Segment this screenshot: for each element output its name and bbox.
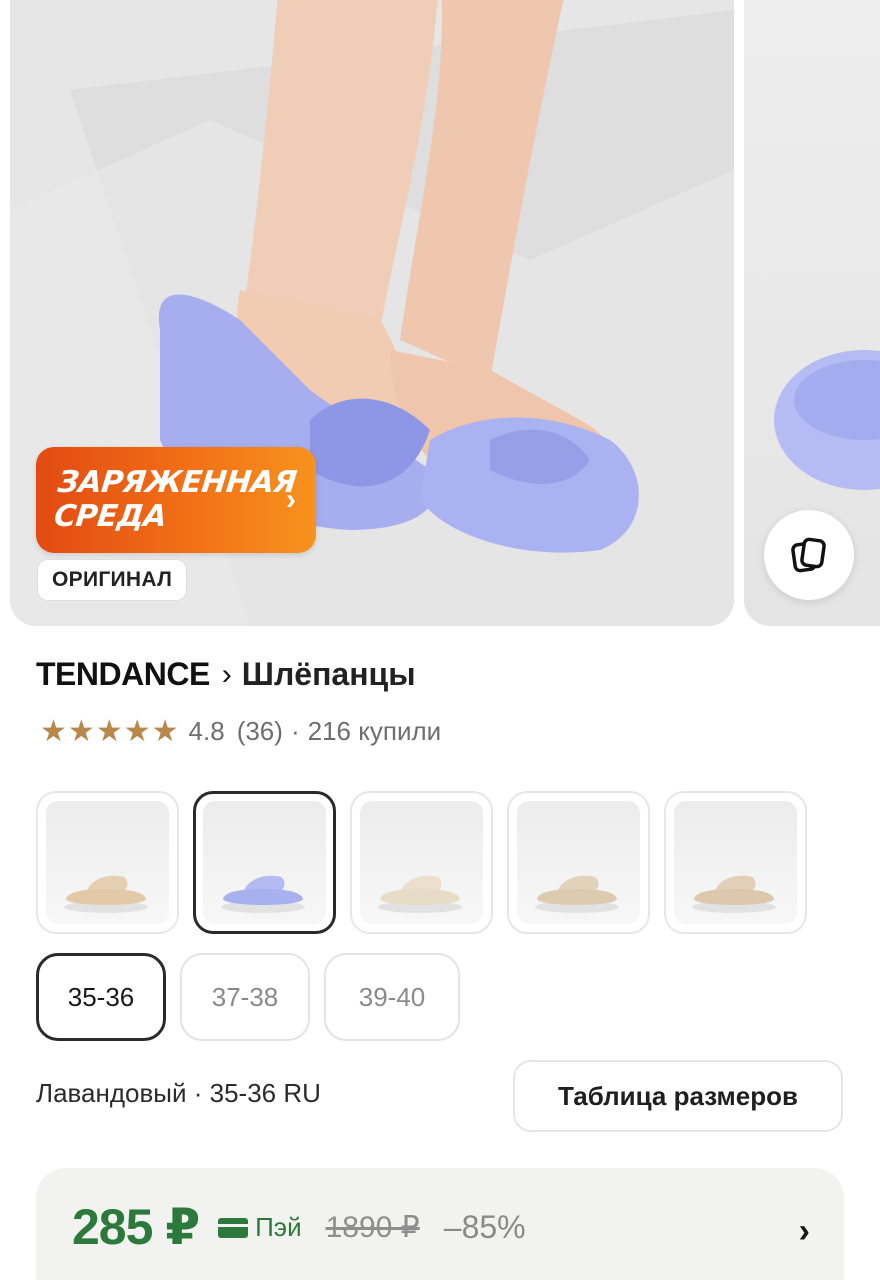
rating-value: 4.8 — [188, 716, 225, 746]
size-option-35-36[interactable]: 35-36 — [36, 953, 166, 1041]
star-icon: ★ — [67, 714, 95, 748]
rating-stars: ★ ★ ★ ★ ★ — [40, 714, 179, 748]
star-icon: ★ — [151, 714, 179, 748]
breadcrumb-separator-icon: › — [221, 657, 232, 691]
promo-title: ЗАРЯЖЕННАЯ СРЕДА — [52, 465, 299, 534]
brand-link[interactable]: TENDANCE — [36, 656, 210, 693]
purchase-count: 216 купили — [307, 716, 442, 746]
size-table-button[interactable]: Таблица размеров — [513, 1060, 843, 1132]
product-category: Шлёпанцы — [241, 656, 416, 692]
old-price: 1890 ₽ — [325, 1210, 420, 1244]
copy-icon — [791, 537, 826, 573]
card-icon — [217, 1215, 249, 1239]
color-variant-latte[interactable] — [664, 791, 807, 934]
promo-title-line2: СРЕДА — [52, 499, 169, 534]
color-variant-sand[interactable] — [507, 791, 650, 934]
pay-label: Пэй — [255, 1211, 302, 1242]
separator-dot: · — [290, 716, 300, 746]
promo-title-line1: ЗАРЯЖЕННАЯ — [56, 465, 299, 500]
size-selector: 35-36 37-38 39-40 — [36, 953, 460, 1041]
product-gallery[interactable]: ЗАРЯЖЕННАЯ СРЕДА › ОРИГИНАЛ — [0, 0, 880, 626]
variant-image — [46, 801, 169, 924]
size-option-37-38[interactable]: 37-38 — [180, 953, 310, 1041]
star-icon: ★ — [40, 714, 67, 748]
rating-row[interactable]: ★ ★ ★ ★ ★ 4.8 (36) · 216 купили — [40, 716, 441, 747]
color-variant-cream[interactable] — [350, 791, 493, 934]
promo-banner[interactable]: ЗАРЯЖЕННАЯ СРЕДА › — [36, 447, 316, 553]
variant-image — [203, 801, 326, 924]
star-icon: ★ — [123, 714, 151, 748]
star-icon: ★ — [95, 714, 123, 748]
copy-button[interactable] — [764, 510, 854, 600]
discount-percent: –85% — [443, 1208, 526, 1245]
color-variants — [36, 791, 807, 934]
color-variant-beige[interactable] — [36, 791, 179, 934]
selected-variant-summary: Лавандовый · 35-36 RU — [36, 1078, 321, 1108]
variant-image — [360, 801, 483, 924]
color-variant-lavender[interactable] — [193, 791, 336, 934]
size-option-39-40[interactable]: 39-40 — [324, 953, 460, 1041]
price-bar[interactable]: 285 ₽ Пэй 1890 ₽ –85% › — [36, 1168, 844, 1280]
review-count[interactable]: (36) — [237, 716, 283, 747]
chevron-right-icon: › — [798, 1212, 810, 1250]
variant-image — [674, 801, 797, 924]
variant-image — [517, 801, 640, 924]
product-title: TENDANCE › Шлёпанцы — [36, 656, 416, 693]
original-badge: ОРИГИНАЛ — [38, 560, 187, 600]
current-price: 285 ₽ — [72, 1199, 200, 1255]
